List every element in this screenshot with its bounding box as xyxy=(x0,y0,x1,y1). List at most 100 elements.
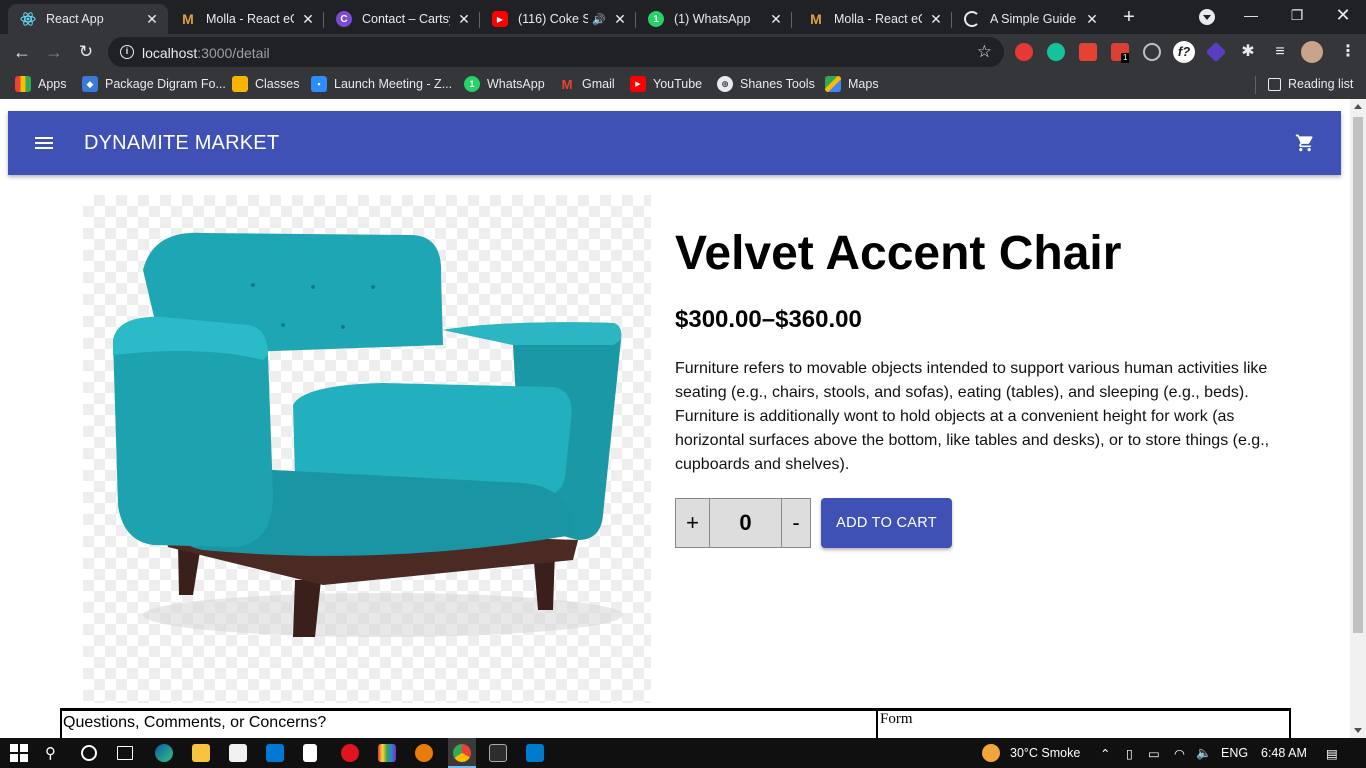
store-icon[interactable] xyxy=(229,744,247,762)
tab-close-icon[interactable]: ✕ xyxy=(1084,11,1100,28)
whatsapp-icon: 1 xyxy=(464,76,480,92)
app-icon[interactable] xyxy=(378,744,396,762)
address-bar[interactable]: i localhost:3000/detail ☆ xyxy=(108,37,1004,67)
media-control-icon[interactable]: ≡ xyxy=(1269,41,1291,63)
add-to-cart-button[interactable]: ADD TO CART xyxy=(821,498,952,548)
tab-close-icon[interactable]: ✕ xyxy=(768,11,784,28)
clock[interactable]: 6:48 AM xyxy=(1261,746,1307,760)
tab-close-icon[interactable]: ✕ xyxy=(928,11,944,28)
edge-icon[interactable] xyxy=(155,744,173,762)
loading-spinner-icon xyxy=(964,11,980,27)
extension-icon[interactable] xyxy=(1079,43,1097,61)
reload-icon[interactable]: ↻ xyxy=(75,41,97,63)
menu-hamburger-icon[interactable] xyxy=(35,137,53,149)
increase-quantity-button[interactable]: + xyxy=(675,498,710,548)
windows-start-icon[interactable] xyxy=(10,744,28,762)
react-favicon-icon xyxy=(20,11,36,27)
app-bar: DYNAMITE MARKET xyxy=(8,111,1341,175)
file-explorer-icon[interactable] xyxy=(192,744,210,762)
todoist-extension-icon[interactable]: 1 xyxy=(1111,43,1130,63)
bookmark-gmail[interactable]: M Gmail xyxy=(559,75,615,93)
grammarly-extension-icon[interactable] xyxy=(1047,43,1065,61)
opera-icon[interactable] xyxy=(341,744,359,762)
package-icon: ◆ xyxy=(82,76,98,92)
vscode-icon[interactable] xyxy=(526,744,544,762)
windows-taskbar: ⚲ 30°C Smoke ⌃ ▯ ▭ ◠ 🔈 ENG 6:48 AM ▤ xyxy=(0,738,1366,768)
audio-playing-icon[interactable]: 🔊 xyxy=(592,13,606,26)
scrollbar-thumb[interactable] xyxy=(1353,117,1363,633)
shopping-cart-icon[interactable] xyxy=(1295,133,1315,153)
chrome-icon xyxy=(453,744,471,762)
target-extension-icon[interactable] xyxy=(1143,43,1161,61)
page-scrollbar[interactable] xyxy=(1350,99,1366,738)
tab-molla[interactable]: M Molla - React eCo ✕ xyxy=(168,4,324,34)
weather-text[interactable]: 30°C Smoke xyxy=(1010,746,1080,760)
tab-close-icon[interactable]: ✕ xyxy=(144,11,160,28)
restore-button[interactable]: ❐ xyxy=(1274,0,1320,30)
cortana-icon[interactable] xyxy=(81,745,97,761)
maps-icon xyxy=(825,76,841,92)
notepad-icon[interactable] xyxy=(303,744,317,762)
back-arrow-icon[interactable]: ← xyxy=(11,41,33,63)
scroll-down-arrow-icon[interactable] xyxy=(1354,728,1362,733)
volume-icon[interactable]: 🔈 xyxy=(1196,746,1212,761)
questions-label: Questions, Comments, or Concerns? xyxy=(63,714,327,731)
extensions-puzzle-icon[interactable]: ✱ xyxy=(1237,41,1259,63)
footer-contact-section: Questions, Comments, or Concerns? Form xyxy=(60,708,1291,738)
bookmarks-divider xyxy=(1255,76,1256,94)
forward-arrow-icon[interactable]: → xyxy=(43,41,65,63)
bookmark-youtube[interactable]: ▶ YouTube xyxy=(630,75,702,93)
notifications-icon[interactable]: ▤ xyxy=(1326,746,1338,761)
tab-title: Molla - React eCo xyxy=(834,12,922,26)
tab-molla-2[interactable]: M Molla - React eCo ✕ xyxy=(796,4,952,34)
task-view-icon[interactable] xyxy=(117,746,133,760)
tab-search-icon[interactable] xyxy=(1199,9,1215,25)
tab-react-app[interactable]: React App ✕ xyxy=(8,4,168,34)
youtube-icon: ▶ xyxy=(630,76,646,92)
tab-title: (1) WhatsApp xyxy=(674,12,751,26)
bookmark-package-diagram[interactable]: ◆ Package Digram Fo... xyxy=(82,75,226,93)
bookmark-apps[interactable]: Apps xyxy=(15,75,67,93)
mail-icon[interactable] xyxy=(266,744,284,762)
new-tab-button[interactable]: + xyxy=(1118,6,1140,28)
search-icon[interactable]: ⚲ xyxy=(45,744,63,762)
profile-avatar[interactable] xyxy=(1301,41,1323,63)
whatsapp-favicon-icon: 1 xyxy=(648,11,664,27)
close-window-button[interactable]: ✕ xyxy=(1320,0,1366,30)
bookmark-launch-meeting[interactable]: ▪ Launch Meeting - Z... xyxy=(311,75,452,93)
language-indicator[interactable]: ENG xyxy=(1221,746,1248,760)
tab-youtube[interactable]: ▶ (116) Coke St 🔊 ✕ xyxy=(480,4,636,34)
tab-close-icon[interactable]: ✕ xyxy=(456,11,472,28)
decrease-quantity-button[interactable]: - xyxy=(781,498,811,548)
browser-menu-icon[interactable]: ⋮ xyxy=(1340,42,1356,62)
url-text[interactable]: localhost:3000/detail xyxy=(142,45,270,61)
chrome-taskbar-active[interactable] xyxy=(448,738,476,768)
tab-close-icon[interactable]: ✕ xyxy=(300,11,316,28)
youtube-favicon-icon: ▶ xyxy=(492,11,508,27)
wifi-icon[interactable]: ◠ xyxy=(1174,746,1185,761)
tab-whatsapp[interactable]: 1 (1) WhatsApp ✕ xyxy=(636,4,792,34)
adblock-extension-icon[interactable] xyxy=(1015,43,1033,61)
minimize-button[interactable]: — xyxy=(1228,0,1274,30)
tab-close-icon[interactable]: ✕ xyxy=(612,11,628,28)
chevron-up-icon[interactable]: ⌃ xyxy=(1100,746,1110,761)
reading-list-button[interactable]: Reading list xyxy=(1268,75,1353,93)
battery-icon[interactable]: ▭ xyxy=(1148,746,1160,761)
device-icon[interactable]: ▯ xyxy=(1126,746,1133,761)
bookmark-shanes-tools[interactable]: ⊕ Shanes Tools xyxy=(717,75,815,93)
bookmark-classes[interactable]: Classes xyxy=(232,75,299,93)
site-info-icon[interactable]: i xyxy=(120,45,134,59)
bookmark-maps[interactable]: Maps xyxy=(825,75,879,93)
bookmark-star-icon[interactable]: ☆ xyxy=(977,42,992,62)
tab-simple-guide[interactable]: A Simple Guide to ✕ xyxy=(952,4,1108,34)
font-finder-extension-icon[interactable]: f? xyxy=(1173,41,1195,63)
browser-tab-strip: React App ✕ M Molla - React eCo ✕ C Cont… xyxy=(0,0,1366,34)
scroll-up-arrow-icon[interactable] xyxy=(1354,104,1362,109)
weather-icon[interactable] xyxy=(982,744,1000,762)
brand-title[interactable]: DYNAMITE MARKET xyxy=(84,132,279,155)
blender-icon[interactable] xyxy=(415,744,433,762)
bookmark-whatsapp[interactable]: 1 WhatsApp xyxy=(464,75,545,93)
tab-contact-cartsy[interactable]: C Contact – Cartsy I ✕ xyxy=(324,4,480,34)
terminal-icon[interactable] xyxy=(489,744,507,762)
purple-extension-icon[interactable] xyxy=(1205,41,1227,63)
